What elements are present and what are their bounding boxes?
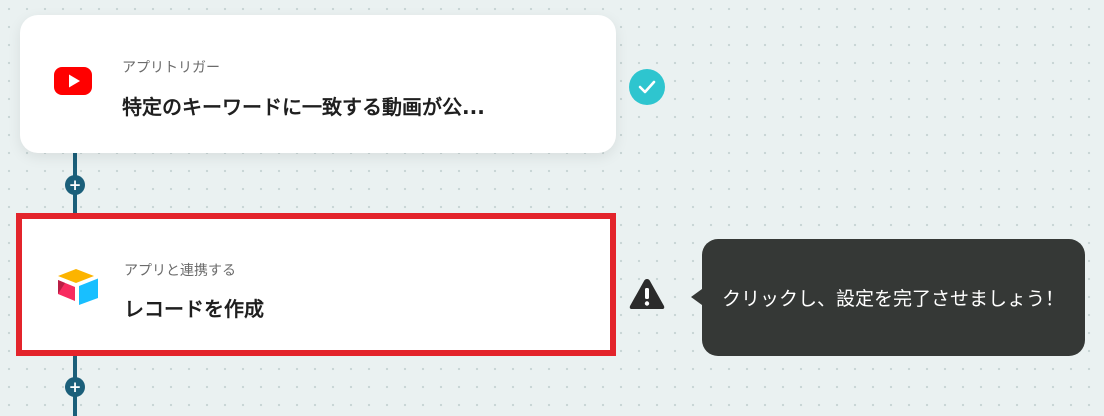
tooltip-arrow: [691, 289, 702, 305]
airtable-icon: [56, 267, 100, 309]
trigger-step-card[interactable]: アプリトリガー 特定のキーワードに一致する動画が公...: [20, 15, 616, 153]
check-icon: [629, 69, 665, 105]
tooltip-text: クリックし、設定を完了させましょう！: [722, 288, 1065, 310]
action-step-title: レコードを作成: [124, 297, 264, 321]
add-step-button[interactable]: +: [65, 377, 85, 397]
warning-icon: [628, 277, 666, 315]
setup-hint-tooltip: クリックし、設定を完了させましょう！: [702, 239, 1085, 356]
trigger-step-title: 特定のキーワードに一致する動画が公...: [122, 95, 485, 119]
action-step-subtitle: アプリと連携する: [124, 263, 236, 279]
add-step-button[interactable]: +: [65, 175, 85, 195]
trigger-step-subtitle: アプリトリガー: [122, 60, 220, 76]
youtube-icon: [54, 67, 92, 99]
action-step-card[interactable]: アプリと連携する レコードを作成: [16, 213, 616, 356]
